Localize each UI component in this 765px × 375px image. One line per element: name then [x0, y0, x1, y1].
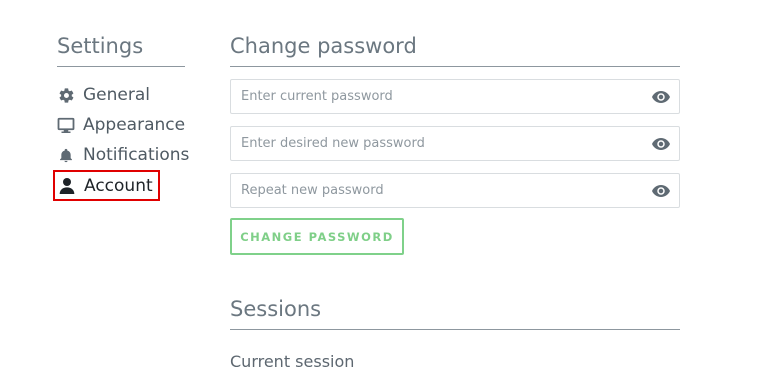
change-password-heading: Change password	[230, 34, 417, 58]
sidebar-title: Settings	[57, 34, 144, 58]
gear-icon	[57, 86, 75, 104]
sidebar-item-label: Appearance	[83, 115, 186, 135]
sidebar-item-label: Account	[84, 175, 153, 196]
eye-icon[interactable]	[651, 90, 671, 104]
sidebar-item-appearance[interactable]: Appearance	[57, 114, 185, 136]
change-password-button[interactable]: CHANGE PASSWORD	[230, 218, 404, 255]
sidebar-item-general[interactable]: General	[57, 84, 150, 106]
current-session-label: Current session	[230, 352, 355, 371]
sessions-heading: Sessions	[230, 297, 322, 321]
eye-icon[interactable]	[651, 184, 671, 198]
current-password-field	[230, 79, 680, 114]
sidebar-item-notifications[interactable]: Notifications	[57, 144, 189, 166]
new-password-input[interactable]	[231, 127, 651, 160]
repeat-password-field	[230, 173, 680, 208]
monitor-icon	[57, 116, 75, 134]
repeat-password-input[interactable]	[231, 174, 651, 207]
user-icon	[58, 177, 76, 195]
bell-icon	[57, 146, 75, 164]
change-password-divider	[230, 66, 680, 67]
current-password-input[interactable]	[231, 80, 651, 113]
sessions-divider	[230, 329, 680, 330]
sidebar-item-account[interactable]: Account	[53, 170, 160, 201]
sidebar-divider	[57, 66, 185, 67]
new-password-field	[230, 126, 680, 161]
sidebar-item-label: General	[83, 85, 150, 105]
eye-icon[interactable]	[651, 137, 671, 151]
sidebar-item-label: Notifications	[83, 145, 190, 165]
